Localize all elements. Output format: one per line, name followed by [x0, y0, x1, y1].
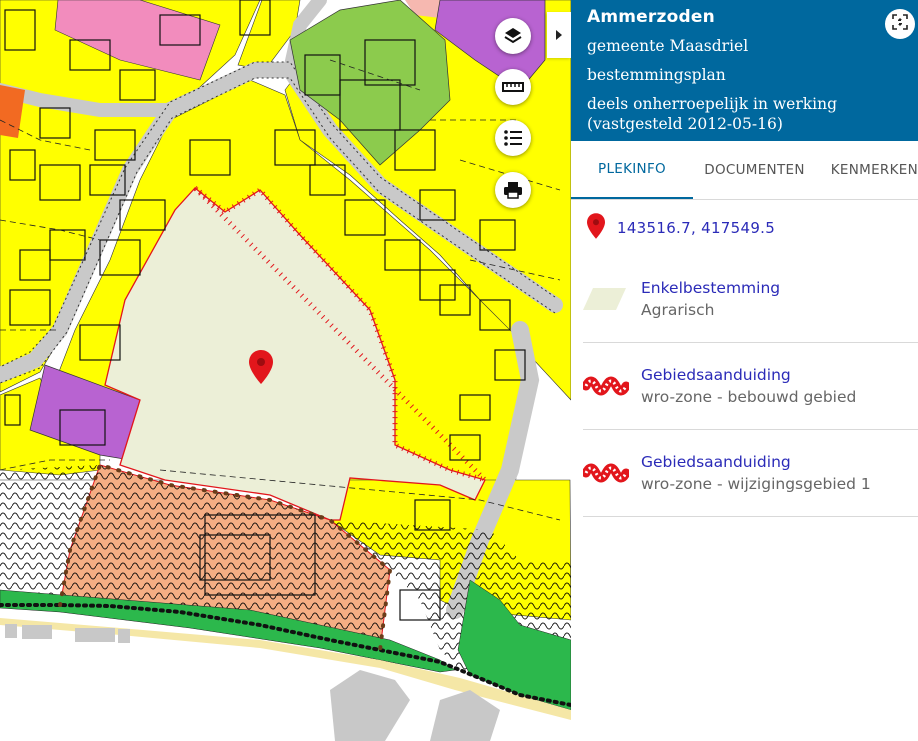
agrarisch-swatch-icon [583, 284, 629, 314]
measure-button[interactable] [495, 69, 531, 105]
item-subtitle: wro-zone - bebouwd gebied [641, 388, 857, 406]
wro-zone-symbol-icon [583, 371, 629, 401]
legend-list-icon [503, 129, 523, 147]
print-button[interactable] [495, 172, 531, 208]
panel-tabs: PLEKINFO DOCUMENTEN KENMERKEN [571, 141, 918, 200]
list-item[interactable]: Gebiedsaanduiding wro-zone - bebouwd geb… [583, 343, 918, 430]
list-item[interactable]: Gebiedsaanduiding wro-zone - wijzigingsg… [583, 430, 918, 517]
wro-zone-symbol-icon [583, 458, 629, 488]
ruler-icon [502, 80, 524, 94]
plan-status-label: deels onherroepelijk in werking (vastges… [587, 95, 838, 133]
legend-button[interactable] [495, 120, 531, 156]
place-title: Ammerzoden [587, 7, 715, 27]
plan-type-label: bestemmingsplan [587, 66, 726, 84]
item-title[interactable]: Gebiedsaanduiding [641, 364, 856, 386]
tab-kenmerken[interactable]: KENMERKEN [816, 141, 918, 199]
layers-icon [503, 26, 523, 46]
coordinates-value: 143516.7, 417549.5 [617, 219, 776, 237]
collapse-panel-button[interactable] [547, 12, 571, 58]
item-title[interactable]: Enkelbestemming [641, 277, 780, 299]
layers-button[interactable] [495, 18, 531, 54]
municipality-label: gemeente Maasdriel [587, 37, 749, 55]
info-panel: Ammerzoden gemeente Maasdriel bestemming… [571, 0, 918, 741]
tab-plekinfo[interactable]: PLEKINFO [571, 141, 693, 199]
item-title[interactable]: Gebiedsaanduiding [641, 451, 871, 473]
fullscreen-icon [891, 13, 909, 35]
item-subtitle: wro-zone - wijzigingsgebied 1 [641, 475, 871, 493]
print-icon [503, 181, 523, 199]
coordinate-row: 143516.7, 417549.5 [571, 200, 918, 256]
panel-header: Ammerzoden gemeente Maasdriel bestemming… [571, 0, 918, 141]
fullscreen-button[interactable] [885, 9, 915, 39]
tab-documenten[interactable]: DOCUMENTEN [693, 141, 816, 199]
map-pin-icon [587, 212, 605, 244]
caret-right-icon [555, 30, 563, 40]
list-item[interactable]: Enkelbestemming Agrarisch [583, 256, 918, 343]
map-canvas[interactable] [0, 0, 571, 741]
item-subtitle: Agrarisch [641, 301, 715, 319]
